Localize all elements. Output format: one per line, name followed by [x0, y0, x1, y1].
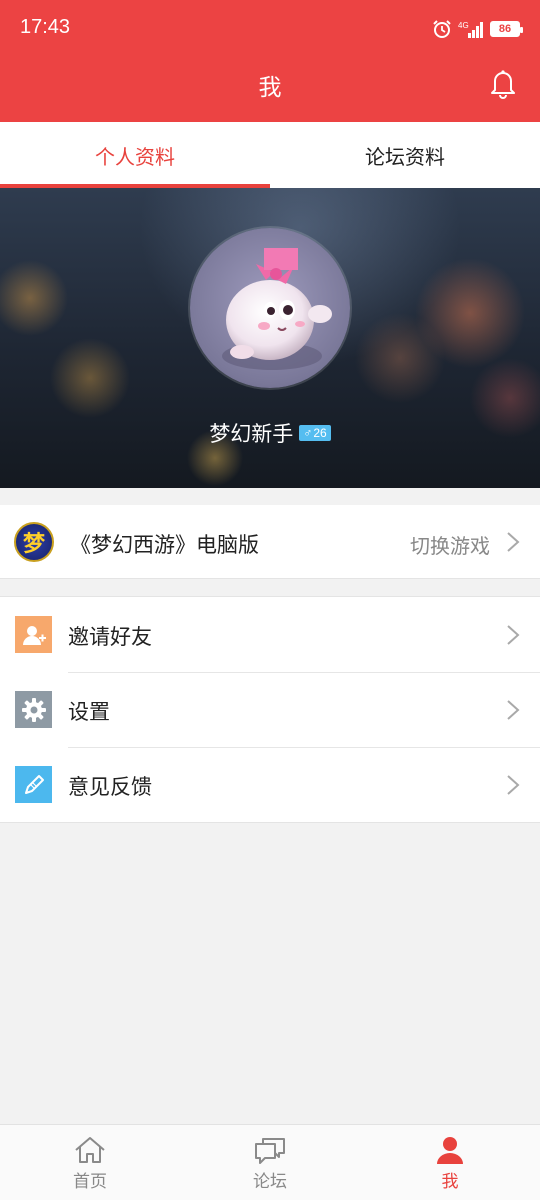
- status-bar: 17:43 4G 86: [0, 0, 540, 58]
- battery-icon: 86: [490, 21, 523, 37]
- nav-item-forum[interactable]: 论坛: [180, 1125, 360, 1200]
- pencil-icon: [15, 766, 52, 803]
- game-name: 《梦幻西游》电脑版: [70, 533, 259, 557]
- chevron-right-icon: [507, 532, 520, 552]
- chevron-right-icon: [507, 775, 520, 795]
- svg-text:4G: 4G: [458, 21, 469, 30]
- nickname: 梦幻新手: [209, 422, 294, 446]
- switch-game-label: 切换游戏: [410, 534, 490, 558]
- menu-label-settings: 设置: [68, 700, 110, 724]
- nav-label-forum: 论坛: [253, 1172, 287, 1192]
- avatar[interactable]: [190, 228, 350, 388]
- gender-age-badge: ♂ 26: [299, 425, 331, 441]
- chevron-right-icon: [507, 625, 520, 645]
- game-switch-row[interactable]: 梦 《梦幻西游》电脑版 切换游戏: [0, 505, 540, 579]
- user-icon: [437, 1137, 463, 1164]
- app-header: 17:43 4G 86 我: [0, 0, 540, 122]
- nav-label-home: 首页: [73, 1172, 107, 1192]
- tab-personal-profile[interactable]: 个人资料: [0, 122, 270, 188]
- page-title: 我: [258, 75, 282, 101]
- tab-forum-profile[interactable]: 论坛资料: [270, 122, 540, 188]
- nav-item-me[interactable]: 我: [360, 1125, 540, 1200]
- status-time: 17:43: [20, 16, 71, 38]
- home-icon: [75, 1137, 105, 1163]
- menu-label-invite-friends: 邀请好友: [68, 625, 152, 649]
- alarm-icon: [433, 20, 451, 38]
- game-logo-text: 梦: [22, 532, 45, 557]
- nav-item-home[interactable]: 首页: [0, 1125, 180, 1200]
- profile-banner: 梦幻新手 ♂ 26: [0, 188, 540, 488]
- avatar-image: [222, 248, 332, 370]
- profile-info: 梦幻新手 ♂ 26: [0, 418, 540, 448]
- battery-level: 86: [492, 23, 518, 35]
- menu-label-feedback: 意见反馈: [68, 775, 152, 799]
- gear-icon: [15, 691, 52, 728]
- menu-item-settings[interactable]: 设置: [0, 672, 540, 747]
- age-value: 26: [313, 426, 327, 440]
- profile-tabs: 个人资料 论坛资料: [0, 122, 540, 188]
- bell-icon: [491, 70, 515, 99]
- male-icon: ♂: [303, 426, 313, 440]
- bottom-navigation: 首页 论坛 我: [0, 1124, 540, 1200]
- chat-bubbles-icon: [255, 1138, 285, 1164]
- signal-icon: 4G: [458, 21, 483, 38]
- menu-item-invite-friends[interactable]: 邀请好友: [0, 597, 540, 672]
- game-logo: 梦: [14, 522, 54, 562]
- invite-friend-icon: [15, 616, 52, 653]
- notification-button[interactable]: [486, 66, 520, 100]
- chevron-right-icon: [507, 700, 520, 720]
- nav-label-me: 我: [441, 1172, 459, 1192]
- status-icons: 4G 86: [432, 18, 523, 40]
- menu-item-feedback[interactable]: 意见反馈: [0, 747, 540, 822]
- settings-menu: 邀请好友 设置 意见反馈: [0, 596, 540, 823]
